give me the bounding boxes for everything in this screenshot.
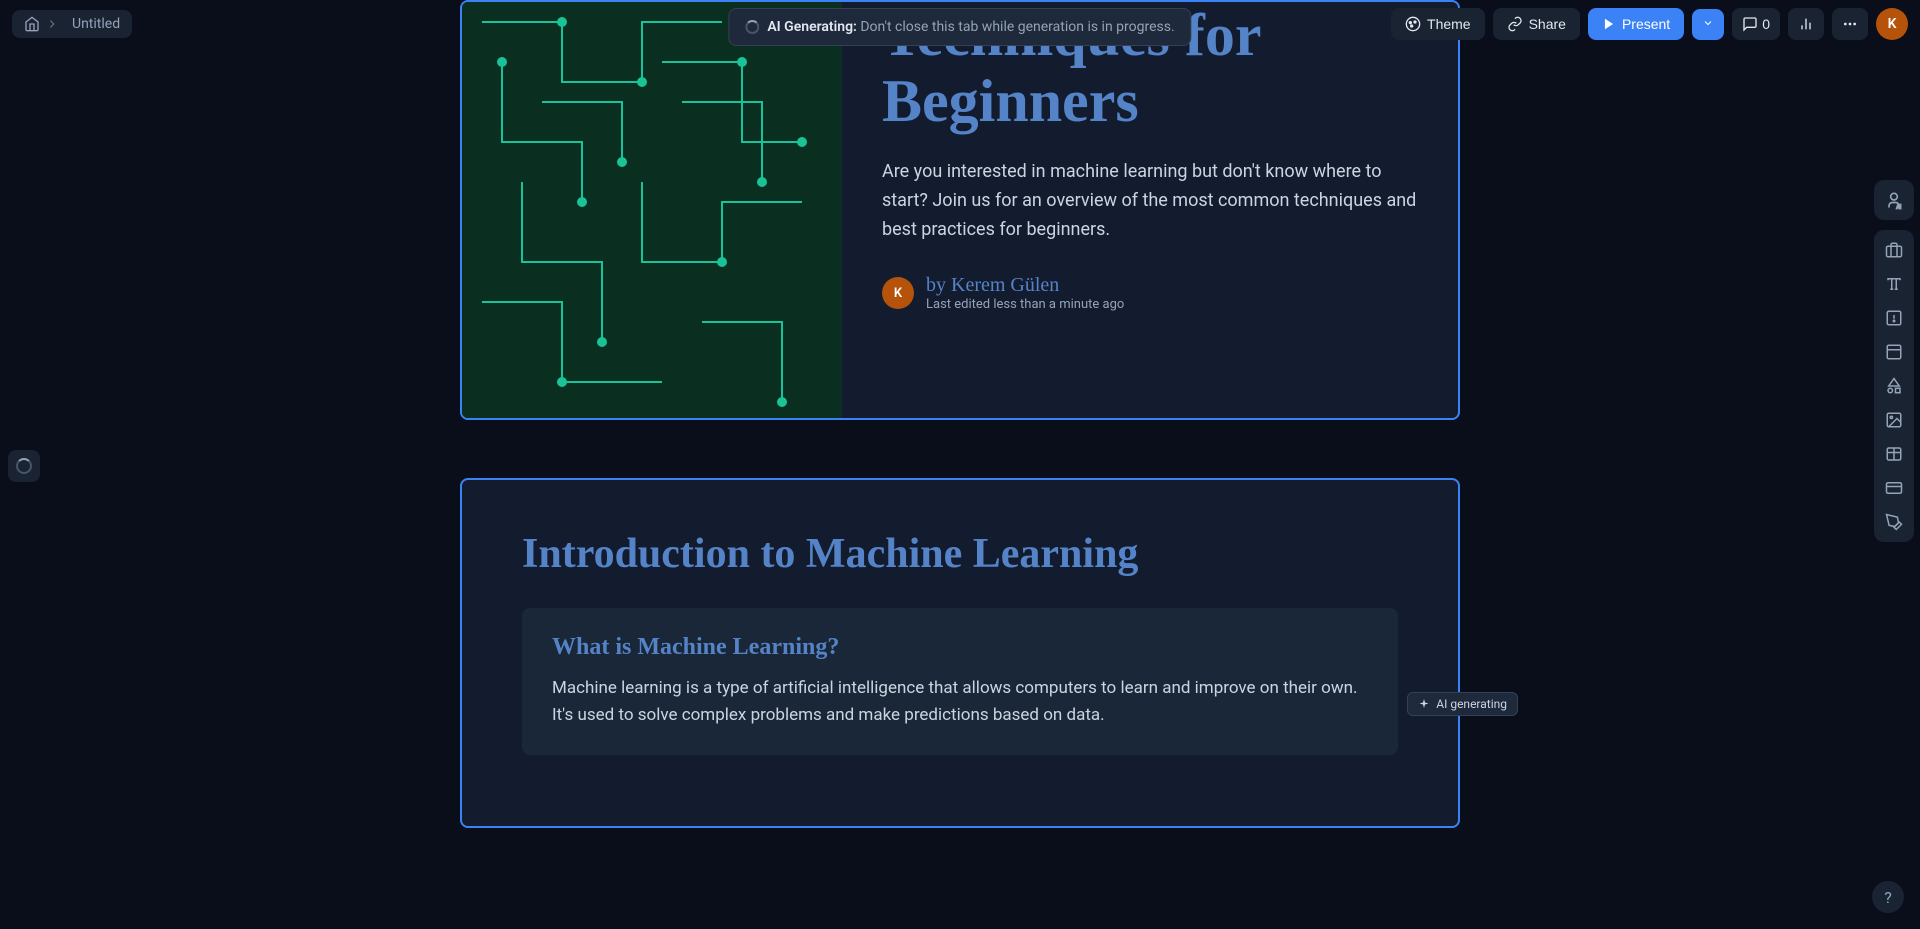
comment-icon	[1742, 16, 1758, 32]
right-tool-sidebar	[1874, 230, 1914, 542]
ai-generating-badge: AI generating	[1407, 692, 1518, 716]
shapes-icon	[1885, 377, 1903, 395]
play-icon	[1602, 17, 1616, 31]
notification-text: Don't close this tab while generation is…	[857, 19, 1175, 35]
document-title[interactable]: Untitled	[72, 16, 120, 32]
help-button[interactable]: ?	[1872, 881, 1904, 913]
slide-2[interactable]: Introduction to Machine Learning What is…	[460, 478, 1460, 828]
templates-button[interactable]	[1880, 236, 1908, 264]
header-actions: Theme Share Present 0 K	[1391, 8, 1908, 40]
comments-button[interactable]: 0	[1732, 8, 1780, 40]
video-button[interactable]	[1880, 440, 1908, 468]
author-info: by Kerem Gülen Last edited less than a m…	[926, 274, 1124, 312]
notification-bold: AI Generating:	[767, 19, 857, 35]
card-title[interactable]: What is Machine Learning?	[552, 634, 1368, 661]
table-icon	[1885, 445, 1903, 463]
slide-1-content: Techniques for Beginners Are you interes…	[842, 2, 1458, 418]
author-name: by Kerem Gülen	[926, 274, 1124, 297]
ai-badge-text: AI generating	[1436, 697, 1507, 711]
text-icon	[1885, 275, 1903, 293]
theme-label: Theme	[1427, 16, 1471, 32]
slide-2-title[interactable]: Introduction to Machine Learning	[522, 530, 1398, 578]
palette-icon	[1405, 16, 1421, 32]
spinner-icon	[745, 20, 759, 34]
last-edited-time: Last edited less than a minute ago	[926, 297, 1124, 312]
analytics-button[interactable]	[1788, 8, 1824, 40]
card-icon	[1885, 479, 1903, 497]
chevron-right-icon	[44, 16, 60, 32]
alert-icon	[1885, 309, 1903, 327]
embed-button[interactable]	[1880, 474, 1908, 502]
slide-1-hero-image	[462, 2, 842, 418]
briefcase-icon	[1885, 241, 1903, 259]
form-button[interactable]	[1880, 508, 1908, 536]
more-button[interactable]	[1832, 8, 1868, 40]
author-avatar: K	[882, 277, 914, 309]
comment-count: 0	[1762, 16, 1770, 32]
text-button[interactable]	[1880, 270, 1908, 298]
author-row: K by Kerem Gülen Last edited less than a…	[882, 274, 1418, 312]
ai-person-button[interactable]: AI	[1880, 186, 1908, 214]
theme-button[interactable]: Theme	[1391, 8, 1485, 40]
home-icon[interactable]	[24, 16, 40, 32]
slide-1-description[interactable]: Are you interested in machine learning b…	[882, 158, 1418, 244]
present-label: Present	[1622, 16, 1670, 32]
present-button[interactable]: Present	[1588, 8, 1684, 40]
shapes-button[interactable]	[1880, 372, 1908, 400]
present-dropdown-button[interactable]	[1692, 9, 1724, 40]
layout-button[interactable]	[1880, 338, 1908, 366]
circuit-pattern-icon	[462, 2, 842, 418]
layout-icon	[1885, 343, 1903, 361]
slide-1[interactable]: Techniques for Beginners Are you interes…	[460, 0, 1460, 420]
main-canvas: Techniques for Beginners Are you interes…	[0, 0, 1860, 929]
link-icon	[1507, 16, 1523, 32]
chevron-down-icon	[1702, 17, 1714, 29]
pen-icon	[1885, 513, 1903, 531]
svg-text:AI: AI	[1897, 204, 1902, 210]
person-ai-icon: AI	[1884, 190, 1904, 210]
share-button[interactable]: Share	[1493, 8, 1580, 40]
ai-tool-panel: AI	[1874, 180, 1914, 220]
more-horizontal-icon	[1842, 16, 1858, 32]
card-text[interactable]: Machine learning is a type of artificial…	[552, 675, 1368, 729]
chart-icon	[1798, 16, 1814, 32]
ai-generating-notification: AI Generating: Don't close this tab whil…	[728, 8, 1191, 46]
share-label: Share	[1529, 16, 1566, 32]
content-card[interactable]: What is Machine Learning? Machine learni…	[522, 608, 1398, 755]
image-button[interactable]	[1880, 406, 1908, 434]
callout-button[interactable]	[1880, 304, 1908, 332]
nav-breadcrumb: Untitled	[12, 10, 132, 38]
user-avatar[interactable]: K	[1876, 8, 1908, 40]
sparkle-icon	[1418, 698, 1430, 710]
image-icon	[1885, 411, 1903, 429]
